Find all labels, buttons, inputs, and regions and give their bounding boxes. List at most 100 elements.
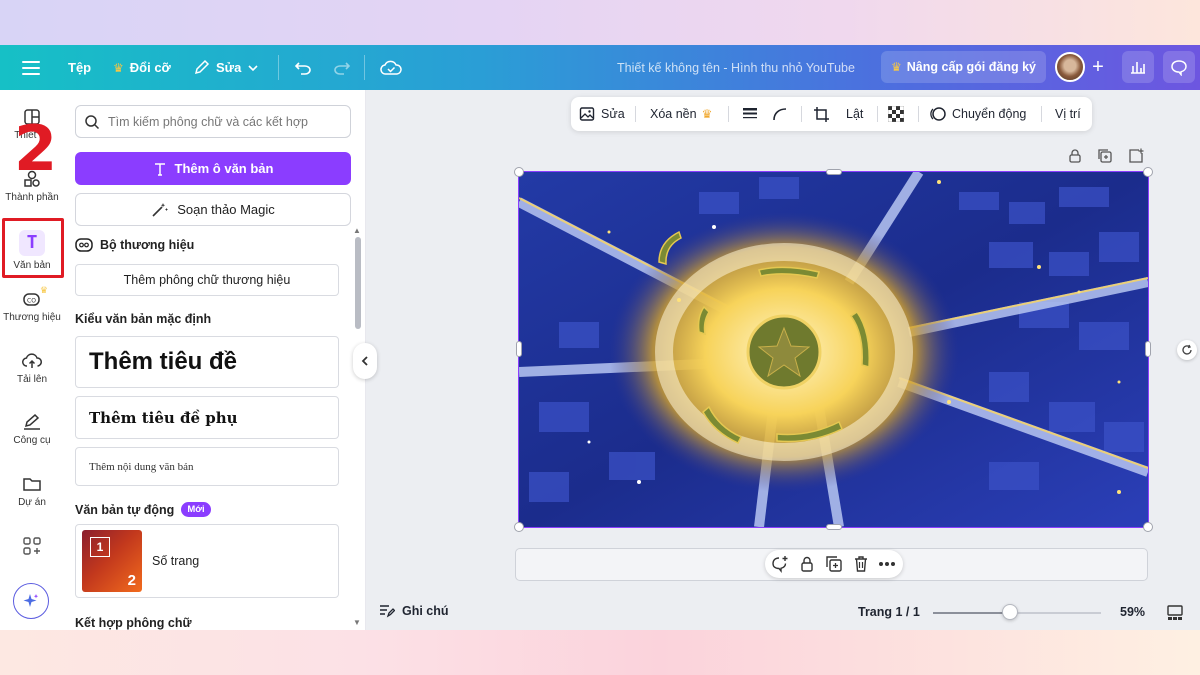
cloud-save-status[interactable] bbox=[380, 45, 402, 90]
magic-assistant-button[interactable] bbox=[13, 583, 49, 619]
page-number-thumbnail: 1 2 bbox=[82, 530, 142, 592]
resize-handle-top[interactable] bbox=[826, 169, 842, 175]
position-button[interactable]: Vị trí bbox=[1055, 97, 1081, 131]
svg-text:CO: CO bbox=[27, 298, 36, 305]
comment-add-icon[interactable] bbox=[771, 555, 789, 573]
cloud-check-icon bbox=[380, 60, 402, 75]
resize-handle-bottom-right[interactable] bbox=[1143, 522, 1153, 532]
resize-menu[interactable]: ♛ Đổi cỡ bbox=[113, 45, 171, 90]
crop-button[interactable] bbox=[813, 97, 830, 131]
crown-icon: ♛ bbox=[701, 107, 713, 121]
crown-icon: ♛ bbox=[39, 285, 48, 295]
resize-handle-top-left[interactable] bbox=[514, 167, 524, 177]
toolbar-divider bbox=[635, 106, 636, 122]
lock-icon[interactable] bbox=[1067, 148, 1083, 164]
top-background-strip bbox=[0, 0, 1200, 45]
transparency-button[interactable] bbox=[888, 97, 904, 131]
rail-item-label: Dự án bbox=[18, 497, 46, 508]
resize-handle-right[interactable] bbox=[1145, 341, 1151, 357]
page-number-card[interactable]: 1 2 Số trang bbox=[75, 524, 339, 598]
resize-handle-bottom-left[interactable] bbox=[514, 522, 524, 532]
grid-view-icon[interactable] bbox=[1167, 605, 1183, 621]
rail-item-brand[interactable]: CO ♛ Thương hiệu bbox=[0, 285, 64, 323]
avatar[interactable] bbox=[1055, 52, 1085, 82]
font-search[interactable] bbox=[75, 105, 351, 138]
resize-handle-bottom[interactable] bbox=[826, 524, 842, 530]
rotate-handle[interactable] bbox=[1177, 340, 1197, 360]
notes-button[interactable]: Ghi chú bbox=[379, 604, 449, 618]
rail-item-tools[interactable]: Công cụ bbox=[0, 413, 64, 446]
scroll-up-arrow[interactable]: ▲ bbox=[353, 226, 361, 235]
scroll-down-arrow[interactable]: ▼ bbox=[353, 618, 361, 627]
add-brand-font-button[interactable]: Thêm phông chữ thương hiệu bbox=[75, 264, 339, 296]
text-t-icon bbox=[154, 162, 165, 176]
undo-icon bbox=[294, 61, 311, 75]
comments-button[interactable] bbox=[1163, 51, 1195, 83]
thumb-number-2: 2 bbox=[127, 572, 136, 589]
flip-button[interactable]: Lật bbox=[846, 97, 863, 131]
edit-image-label: Sửa bbox=[601, 107, 625, 121]
bg-remove-button[interactable]: Xóa nền ♛ bbox=[650, 97, 712, 131]
toolbar-divider bbox=[877, 106, 878, 122]
undo-button[interactable] bbox=[294, 45, 312, 90]
upgrade-button-label: Nâng cấp gói đăng ký bbox=[906, 60, 1036, 74]
toolbar-divider bbox=[1041, 106, 1042, 122]
left-rail: Thiết kế Thành phần T Văn bản 2 CO ♛ Thư… bbox=[0, 90, 64, 630]
add-textbox-button[interactable]: Thêm ô văn bản bbox=[75, 152, 351, 185]
more-options-icon[interactable] bbox=[878, 561, 896, 567]
flip-label: Lật bbox=[846, 107, 864, 121]
panel-scrollbar[interactable] bbox=[355, 237, 361, 329]
menu-button[interactable] bbox=[22, 45, 40, 90]
insights-button[interactable] bbox=[1122, 51, 1154, 83]
collapse-panel-button[interactable] bbox=[353, 343, 377, 379]
add-subheading-button[interactable]: Thêm tiêu đề phụ bbox=[75, 396, 339, 439]
border-style-button[interactable] bbox=[742, 97, 758, 131]
rail-item-apps[interactable] bbox=[0, 536, 64, 560]
text-panel: Thêm ô văn bản Soạn thảo Magic Bộ thương… bbox=[64, 90, 366, 630]
add-heading-button[interactable]: Thêm tiêu đề bbox=[75, 336, 339, 388]
bg-remove-label: Xóa nền bbox=[650, 107, 697, 121]
corner-rounding-button[interactable] bbox=[772, 97, 788, 131]
add-page-icon[interactable] bbox=[1128, 148, 1144, 164]
share-plus-button[interactable]: + bbox=[1087, 56, 1109, 78]
folder-icon bbox=[23, 478, 41, 491]
page-indicator[interactable]: Trang 1 / 1 bbox=[858, 605, 920, 619]
magic-wand-icon bbox=[152, 202, 169, 217]
search-icon bbox=[85, 114, 100, 129]
annotation-number: 2 bbox=[14, 112, 58, 185]
resize-handle-top-right[interactable] bbox=[1143, 167, 1153, 177]
duplicate-icon[interactable] bbox=[1097, 148, 1113, 164]
corner-curve-icon bbox=[773, 108, 787, 121]
trash-icon[interactable] bbox=[852, 555, 870, 573]
file-menu[interactable]: Tệp bbox=[68, 45, 91, 90]
animate-button[interactable]: Chuyển động bbox=[929, 97, 1026, 131]
magic-write-button[interactable]: Soạn thảo Magic bbox=[75, 193, 351, 226]
redo-button[interactable] bbox=[333, 45, 351, 90]
page-number-label: Số trang bbox=[152, 554, 200, 568]
font-search-input[interactable] bbox=[108, 114, 338, 129]
rail-item-projects[interactable]: Dự án bbox=[0, 475, 64, 508]
brand-kit-heading: Bộ thương hiệu bbox=[75, 238, 194, 252]
edit-image-button[interactable]: Sửa bbox=[579, 97, 625, 131]
context-toolbar: Sửa Xóa nền ♛ Lật Chuyển động Vị trí bbox=[571, 97, 1092, 131]
edit-menu[interactable]: Sửa bbox=[193, 45, 259, 90]
design-title[interactable]: Thiết kế không tên - Hình thu nhỏ YouTub… bbox=[560, 45, 912, 90]
annotation-highlight-box bbox=[2, 218, 64, 278]
checkerboard-icon bbox=[888, 106, 904, 122]
add-body-text-button[interactable]: Thêm nội dung văn bản bbox=[75, 447, 339, 486]
upgrade-button[interactable]: ♛ Nâng cấp gói đăng ký bbox=[881, 51, 1046, 83]
rail-item-label: Thương hiệu bbox=[3, 312, 61, 323]
thumb-number-1: 1 bbox=[90, 537, 110, 557]
zoom-percentage[interactable]: 59% bbox=[1120, 605, 1145, 619]
brand-icon: CO ♛ bbox=[22, 285, 48, 308]
lock-icon[interactable] bbox=[798, 555, 816, 573]
pencil-icon bbox=[194, 59, 210, 75]
file-menu-label: Tệp bbox=[68, 60, 92, 75]
duplicate-icon[interactable] bbox=[825, 555, 843, 573]
resize-handle-left[interactable] bbox=[516, 341, 522, 357]
crown-icon: ♛ bbox=[113, 60, 124, 75]
rail-item-uploads[interactable]: Tải lên bbox=[0, 352, 64, 385]
rail-item-label: Thành phần bbox=[5, 192, 59, 203]
image-edit-icon bbox=[579, 107, 595, 121]
chevron-down-icon bbox=[248, 64, 258, 71]
